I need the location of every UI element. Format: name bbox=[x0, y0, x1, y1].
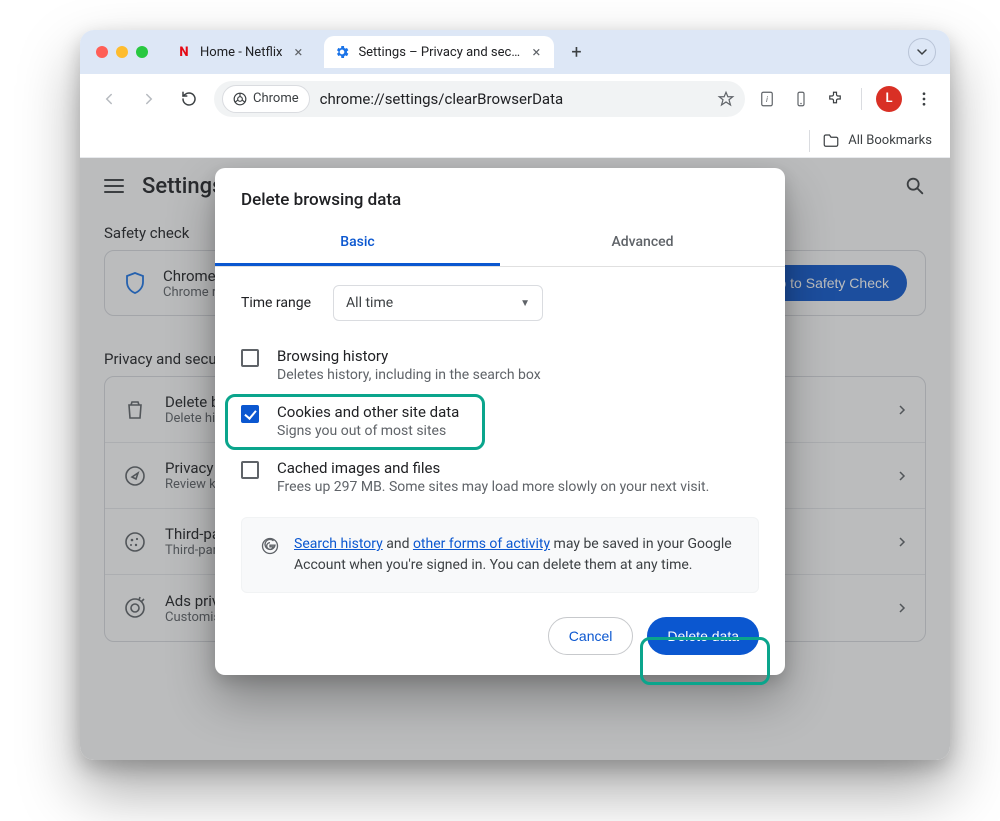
maximize-window-button[interactable] bbox=[136, 46, 148, 58]
time-range-select[interactable]: All time ▼ bbox=[333, 285, 543, 321]
time-range-label: Time range bbox=[241, 295, 311, 311]
overflow-menu-button[interactable] bbox=[912, 87, 936, 111]
checkbox[interactable] bbox=[241, 405, 259, 423]
option-history[interactable]: Browsing history Deletes history, includ… bbox=[241, 337, 759, 393]
dialog-tabs: Basic Advanced bbox=[215, 222, 785, 267]
site-info-button[interactable]: i bbox=[755, 87, 779, 111]
info-box: Search history and other forms of activi… bbox=[241, 517, 759, 593]
dialog-title: Delete browsing data bbox=[215, 188, 785, 222]
chip-label: Chrome bbox=[253, 91, 299, 106]
browser-window: N Home - Netflix × Settings – Privacy an… bbox=[80, 30, 950, 760]
gear-icon bbox=[334, 44, 350, 60]
bookmark-star-icon[interactable] bbox=[715, 88, 737, 110]
separator bbox=[809, 130, 810, 152]
address-bar[interactable]: Chrome chrome://settings/clearBrowserDat… bbox=[214, 81, 745, 117]
close-tab-icon[interactable]: × bbox=[528, 44, 544, 60]
close-window-button[interactable] bbox=[96, 46, 108, 58]
site-chip[interactable]: Chrome bbox=[222, 85, 310, 113]
tab-advanced[interactable]: Advanced bbox=[500, 222, 785, 266]
toolbar: Chrome chrome://settings/clearBrowserDat… bbox=[80, 74, 950, 124]
bookmark-bar: All Bookmarks bbox=[80, 124, 950, 158]
profile-avatar[interactable]: L bbox=[876, 86, 902, 112]
toolbar-separator bbox=[861, 88, 862, 110]
arrow-left-icon bbox=[100, 90, 118, 108]
svg-text:i: i bbox=[766, 95, 768, 105]
search-history-link[interactable]: Search history bbox=[294, 536, 383, 552]
tab-basic[interactable]: Basic bbox=[215, 222, 500, 266]
dropdown-icon: ▼ bbox=[520, 298, 530, 309]
back-button[interactable] bbox=[94, 84, 124, 114]
time-range-value: All time bbox=[346, 295, 393, 311]
checkbox[interactable] bbox=[241, 461, 259, 479]
tab-netflix[interactable]: N Home - Netflix × bbox=[166, 36, 316, 68]
chrome-icon bbox=[233, 92, 247, 106]
tab-strip: N Home - Netflix × Settings – Privacy an… bbox=[80, 30, 950, 74]
option-cookies[interactable]: Cookies and other site data Signs you ou… bbox=[241, 393, 759, 449]
delete-data-dialog: Delete browsing data Basic Advanced Time… bbox=[215, 168, 785, 675]
tab-settings[interactable]: Settings – Privacy and securi × bbox=[324, 36, 554, 68]
extensions-button[interactable] bbox=[823, 87, 847, 111]
window-controls bbox=[96, 46, 158, 58]
tab-search-button[interactable] bbox=[908, 38, 936, 66]
tab-label: Settings – Privacy and securi bbox=[358, 45, 520, 60]
new-tab-button[interactable]: + bbox=[562, 38, 590, 66]
reload-icon bbox=[180, 90, 198, 108]
forward-button[interactable] bbox=[134, 84, 164, 114]
netflix-icon: N bbox=[176, 44, 192, 60]
reload-button[interactable] bbox=[174, 84, 204, 114]
url-text: chrome://settings/clearBrowserData bbox=[320, 90, 705, 108]
tab-label: Home - Netflix bbox=[200, 45, 282, 60]
option-cache[interactable]: Cached images and files Frees up 297 MB.… bbox=[241, 449, 759, 505]
other-activity-link[interactable]: other forms of activity bbox=[413, 536, 550, 552]
delete-data-button[interactable]: Delete data bbox=[647, 617, 759, 655]
close-tab-icon[interactable]: × bbox=[290, 44, 306, 60]
folder-icon bbox=[822, 132, 840, 150]
chevron-down-icon bbox=[917, 47, 927, 57]
cancel-button[interactable]: Cancel bbox=[548, 617, 634, 655]
arrow-right-icon bbox=[140, 90, 158, 108]
all-bookmarks-button[interactable]: All Bookmarks bbox=[848, 133, 932, 148]
checkbox[interactable] bbox=[241, 349, 259, 367]
avatar-initial: L bbox=[885, 91, 892, 106]
device-button[interactable] bbox=[789, 87, 813, 111]
google-icon bbox=[260, 536, 280, 556]
minimize-window-button[interactable] bbox=[116, 46, 128, 58]
